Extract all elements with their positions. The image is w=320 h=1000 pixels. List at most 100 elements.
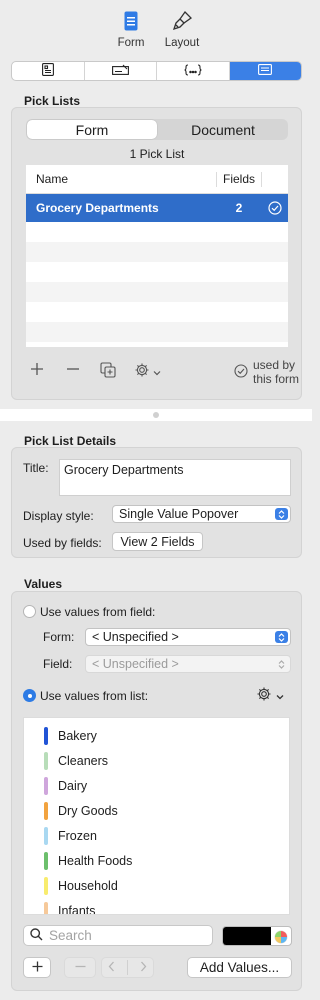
- pick-list-toolbar: used by this form: [26, 358, 299, 386]
- value-color-swatch: [44, 876, 48, 895]
- tab-form-properties[interactable]: [12, 62, 85, 80]
- add-value-button[interactable]: [23, 957, 51, 978]
- search-field[interactable]: Search: [23, 925, 213, 946]
- form-label: Form:: [43, 630, 75, 644]
- display-style-popup[interactable]: Single Value Popover: [112, 505, 291, 523]
- chevron-up-down-icon: [275, 508, 288, 520]
- field-popup-value: < Unspecified >: [92, 657, 179, 671]
- stepper-divider: [127, 960, 128, 975]
- remove-value-button[interactable]: [64, 957, 96, 978]
- gear-icon: [134, 362, 150, 381]
- empty-row: [26, 342, 288, 347]
- value-color-swatch: [44, 826, 48, 845]
- value-label: Household: [58, 878, 118, 893]
- plus-icon: [32, 961, 43, 975]
- minus-icon: [75, 961, 86, 975]
- layout-toolbar-label: Layout: [164, 37, 200, 49]
- plus-icon: [30, 362, 44, 379]
- title-field[interactable]: Grocery Departments: [59, 459, 291, 496]
- empty-row: [26, 222, 288, 242]
- view-fields-button[interactable]: View 2 Fields: [112, 532, 203, 551]
- used-by-fields-label: Used by fields:: [23, 536, 102, 550]
- remove-pick-list-button[interactable]: [66, 362, 80, 379]
- value-label: Infants: [58, 903, 96, 915]
- use-values-from-list-radio[interactable]: [23, 689, 36, 702]
- add-values-button[interactable]: Add Values...: [187, 957, 292, 978]
- pick-list-name: Grocery Departments: [36, 201, 159, 215]
- value-color-swatch: [44, 801, 48, 820]
- list-item[interactable]: Household: [24, 873, 289, 898]
- pick-lists-heading: Pick Lists: [24, 94, 81, 108]
- tab-script[interactable]: [157, 62, 230, 80]
- search-placeholder: Search: [49, 928, 92, 943]
- form-popup[interactable]: < Unspecified >: [85, 628, 291, 646]
- empty-row: [26, 242, 288, 262]
- values-actions-menu[interactable]: [256, 686, 284, 705]
- chevron-left-icon[interactable]: [108, 961, 115, 975]
- value-label: Dry Goods: [58, 803, 118, 818]
- list-item[interactable]: Infants: [24, 898, 289, 915]
- display-style-value: Single Value Popover: [119, 507, 239, 521]
- tab-pick-lists[interactable]: [229, 62, 301, 80]
- checkmark-circle-icon[interactable]: [262, 201, 288, 215]
- form-toolbar-label: Form: [117, 37, 145, 49]
- gear-icon: [256, 686, 272, 705]
- value-label: Frozen: [58, 828, 97, 843]
- form-popup-value: < Unspecified >: [92, 630, 179, 644]
- column-header-fields[interactable]: Fields: [216, 171, 262, 187]
- chevron-right-icon[interactable]: [140, 961, 147, 975]
- column-header-name[interactable]: Name: [26, 172, 216, 186]
- use-values-from-field-radio[interactable]: [23, 605, 36, 618]
- value-label: Bakery: [58, 728, 97, 743]
- list-item[interactable]: Bakery: [24, 723, 289, 748]
- pick-list-scope-control: Form Document: [26, 119, 288, 140]
- pick-list-details-heading: Pick List Details: [24, 434, 117, 448]
- list-item[interactable]: Cleaners: [24, 748, 289, 773]
- title-label: Title:: [23, 461, 49, 475]
- pick-list-table: Name Fields Grocery Departments 2: [26, 165, 288, 347]
- field-popup[interactable]: < Unspecified >: [85, 655, 291, 673]
- inspector-tab-bar: [11, 61, 302, 81]
- empty-row: [26, 322, 288, 342]
- value-label: Cleaners: [58, 753, 109, 768]
- split-view-divider[interactable]: [0, 409, 312, 421]
- used-by-label: used by this form: [253, 358, 300, 386]
- list-item[interactable]: Dairy: [24, 773, 289, 798]
- values-heading: Values: [24, 577, 63, 591]
- form-properties-icon: [41, 63, 54, 79]
- chevron-down-icon: [153, 365, 161, 379]
- tab-field-editor[interactable]: [85, 62, 157, 80]
- pick-list-field-count: 2: [235, 201, 243, 215]
- add-pick-list-button[interactable]: [30, 362, 44, 379]
- divider-handle[interactable]: [153, 412, 159, 418]
- scope-tab-form[interactable]: Form: [27, 120, 157, 139]
- table-row[interactable]: Grocery Departments 2: [26, 194, 288, 222]
- pick-list-count: 1 Pick List: [129, 147, 185, 161]
- pick-list-icon: [258, 64, 273, 78]
- value-color-swatch: [44, 776, 48, 795]
- duplicate-pick-list-button[interactable]: [100, 362, 116, 381]
- field-editor-icon: [111, 64, 129, 78]
- empty-row: [26, 302, 288, 322]
- table-header: Name Fields: [26, 165, 288, 194]
- inspector-toolbar: Form Layout: [0, 0, 312, 56]
- chevron-down-icon: [276, 689, 284, 703]
- color-swatch-icon: [223, 927, 288, 945]
- minus-icon: [66, 362, 80, 379]
- use-values-from-list-label: Use values from list:: [40, 689, 149, 703]
- pick-list-actions-menu[interactable]: [134, 362, 161, 381]
- move-value-stepper[interactable]: [101, 957, 154, 978]
- chevron-up-down-icon: [275, 658, 288, 670]
- script-icon: [184, 63, 202, 79]
- layout-toolbar-button[interactable]: Layout: [160, 8, 204, 49]
- used-by-this-form-toggle[interactable]: used by this form: [234, 358, 305, 386]
- form-toolbar-button[interactable]: Form: [109, 8, 153, 49]
- checkmark-circle-icon: [234, 363, 248, 381]
- list-item[interactable]: Health Foods: [24, 848, 289, 873]
- color-well[interactable]: [222, 926, 292, 946]
- list-item[interactable]: Dry Goods: [24, 798, 289, 823]
- paintbrush-icon: [160, 8, 204, 34]
- scope-tab-document[interactable]: Document: [158, 119, 288, 140]
- list-item[interactable]: Frozen: [24, 823, 289, 848]
- values-list: Bakery Cleaners Dairy Dry Goods Frozen H…: [23, 717, 290, 915]
